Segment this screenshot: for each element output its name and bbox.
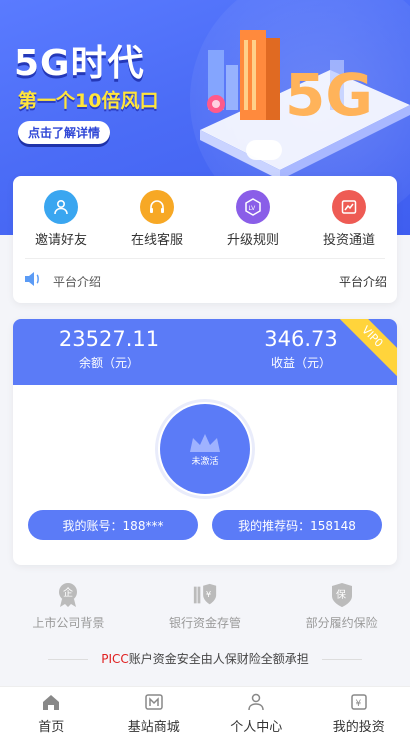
chart-icon [332,190,366,224]
menu-label: 投资通道 [322,233,375,248]
balance-amount: 23527.11 [58,327,160,351]
enterprise-badge-icon: 企 [55,582,81,608]
svg-text:¥: ¥ [206,589,211,599]
menu-item-support[interactable]: 在线客服 [109,176,205,256]
svg-text:5G: 5G [285,61,373,129]
tab-profile[interactable]: 个人中心 [205,687,308,733]
picc-text: 账户资金安全由人保财险全额承担 [128,652,309,666]
menu-label: 在线客服 [130,233,183,248]
menu-label: 邀请好友 [34,233,87,248]
income-amount: 346.73 [264,327,338,351]
menu-item-invest[interactable]: 投资通道 [301,176,397,256]
banner-subtitle: 第一个10倍风口 [18,90,159,112]
user-icon [246,693,266,715]
status-text: 未激活 [191,456,219,467]
tab-store[interactable]: 基站商城 [103,687,206,733]
investment-icon: ¥ [349,693,369,715]
income-label: 收益（元） [270,356,331,370]
level-badge-icon: LV [236,190,270,224]
cloud-icon [246,140,282,160]
bottom-tab-bar: 首页 基站商城 个人中心 ¥ 我的投资 [0,686,410,733]
picc-statement: PICC账户资金安全由人保财险全额承担 [0,650,410,667]
svg-text:¥: ¥ [355,699,361,709]
banner-details-button[interactable]: 点击了解详情 [18,121,111,144]
guarantee-item: 企 上市公司背景 [0,582,137,631]
menu-item-upgrade[interactable]: LV 升级规则 [205,176,301,256]
guarantee-item: 保 部分履约保险 [273,582,410,631]
tab-label: 基站商城 [127,720,180,733]
tab-home[interactable]: 首页 [0,687,103,733]
bank-shield-icon: ¥ [192,582,218,608]
quick-menu-card: 邀请好友 在线客服 LV 升级规则 投资通道 平台介绍 平台介绍 [13,176,397,303]
tab-investment[interactable]: ¥ 我的投资 [308,687,410,733]
speaker-icon [23,270,43,292]
guarantee-item: ¥ 银行资金存管 [137,582,274,631]
account-button[interactable]: 我的账号：188*** [28,510,198,540]
tab-label: 个人中心 [230,720,283,733]
referral-code-button[interactable]: 我的推荐码：158148 [212,510,382,540]
5g-city-illustration: 5G [200,30,410,180]
notice-bar[interactable]: 平台介绍 平台介绍 [23,268,387,294]
membership-status[interactable]: 未激活 [155,399,255,499]
notice-link[interactable]: 平台介绍 [339,273,387,290]
balance-header: 23527.11 余额（元） 346.73 收益（元） VIP0 [13,319,397,385]
menu-item-invite[interactable]: 邀请好友 [13,176,109,256]
menu-label: 升级规则 [226,233,279,248]
banner-title: 5G时代 [14,43,145,84]
svg-text:保: 保 [336,588,346,601]
guarantee-row: 企 上市公司背景 ¥ 银行资金存管 保 部分履约保险 [0,582,410,631]
insurance-shield-icon: 保 [329,582,355,608]
headset-icon [140,190,174,224]
balance-label: 余额（元） [78,356,139,370]
tab-label: 首页 [38,720,65,733]
guarantee-label: 上市公司背景 [32,616,105,630]
divider [25,258,385,259]
guarantee-label: 部分履约保险 [305,616,378,630]
guarantee-label: 银行资金存管 [169,616,242,630]
invite-user-icon [44,190,78,224]
notice-text: 平台介绍 [53,274,102,289]
picc-brand: PICC [101,652,129,666]
svg-text:企: 企 [63,586,73,599]
tab-label: 我的投资 [332,720,385,733]
svg-text:LV: LV [249,205,257,212]
store-icon [144,693,164,715]
balance-card: 23527.11 余额（元） 346.73 收益（元） VIP0 未激活 我的账… [13,319,397,565]
home-icon [41,693,61,715]
